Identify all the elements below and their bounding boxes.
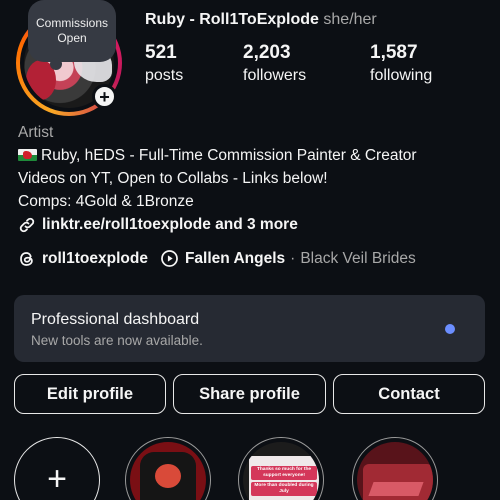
bio-line-2: Videos on YT, Open to Collabs - Links be… [18,170,328,187]
posts-stat[interactable]: 521 posts [145,42,183,88]
bio-link-text: linktr.ee/roll1toexplode and 3 more [42,216,298,233]
followers-label: followers [243,67,307,84]
highlight-caption-2: More than doubled during July [251,482,317,496]
music-artist: Black Veil Brides [300,249,416,267]
bio-line-1: Ruby, hEDS - Full-Time Commission Painte… [18,144,488,167]
edit-profile-button[interactable]: Edit profile [14,374,166,414]
threads-icon[interactable] [18,250,36,268]
following-stat[interactable]: 1,587 following [370,42,432,88]
bio-line-3: Comps: 4Gold & 1Bronze [18,193,194,210]
dashboard-title: Professional dashboard [31,311,200,328]
note-bubble[interactable]: Commissions Open [28,0,116,70]
highlight-item[interactable] [352,437,438,500]
new-highlight-button[interactable]: + [14,437,100,500]
plus-icon: + [47,460,67,498]
bio-link[interactable]: linktr.ee/roll1toexplode and 3 more [18,213,488,236]
plus-icon: + [99,86,110,107]
wales-flag-icon [18,149,37,161]
posts-label: posts [145,67,184,84]
contact-button[interactable]: Contact [333,374,485,414]
profile-meta-row: roll1toexplode Fallen Angels · Black Vei… [18,249,416,268]
music-title[interactable]: Fallen Angels [185,250,285,268]
share-profile-button[interactable]: Share profile [173,374,326,414]
highlight-item[interactable]: Thanks so much for the support everyone!… [238,437,324,500]
professional-dashboard[interactable]: Professional dashboard New tools are now… [14,295,485,362]
followers-count: 2,203 [243,42,291,63]
following-label: following [370,67,433,84]
pronouns: she/her [323,11,377,28]
new-indicator-dot [445,324,455,334]
profile-name-row: Ruby - Roll1ToExplode she/her [145,11,377,29]
highlight-item[interactable] [125,437,211,500]
play-circle-icon[interactable] [160,249,179,268]
highlight-caption-1: Thanks so much for the support everyone! [251,466,317,480]
followers-stat[interactable]: 2,203 followers [243,42,306,88]
highlight-cover-image: Thanks so much for the support everyone!… [249,456,319,500]
threads-handle[interactable]: roll1toexplode [42,250,148,268]
link-icon [19,217,35,232]
posts-count: 521 [145,42,177,63]
following-count: 1,587 [370,42,418,63]
note-text: Commissions Open [36,16,109,45]
bio: Artist Ruby, hEDS - Full-Time Commission… [18,121,488,236]
add-story-button[interactable]: + [92,84,117,109]
category-label: Artist [18,124,54,141]
display-name: Ruby - Roll1ToExplode [145,11,319,28]
dashboard-subtitle: New tools are now available. [31,333,203,348]
meta-separator: · [290,249,296,267]
